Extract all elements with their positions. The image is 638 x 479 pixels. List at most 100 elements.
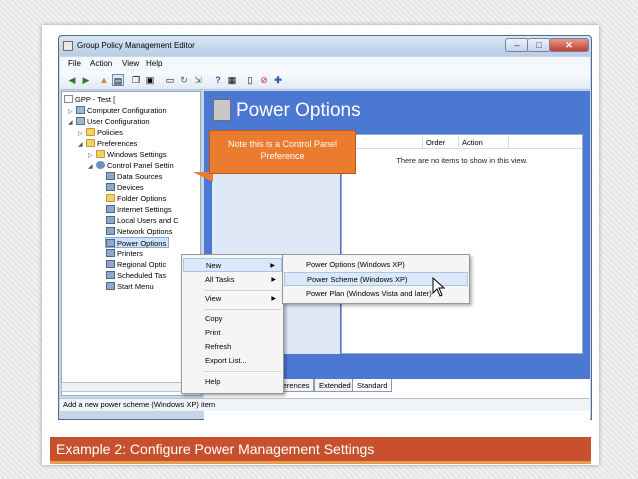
close-button[interactable]: ✕: [549, 38, 589, 52]
folder-icon: [96, 150, 105, 158]
up-folder-icon[interactable]: ▲: [98, 74, 110, 86]
context-menu-export-list[interactable]: Export List...: [183, 354, 282, 368]
tree-item-network-options[interactable]: Network Options: [106, 226, 172, 237]
submenu-power-options-xp[interactable]: Power Options (Windows XP): [284, 258, 468, 272]
start-menu-icon: [106, 282, 115, 290]
navigation-tree: GPP - Test [ ▷ Computer Configuration ◢ Us…: [61, 91, 201, 396]
menu-help[interactable]: Help: [146, 59, 162, 68]
tree-item-label: Folder Options: [117, 194, 167, 203]
column-separator[interactable]: [508, 136, 509, 148]
add-icon[interactable]: ✚: [272, 74, 284, 86]
tree-item-user-configuration[interactable]: ◢ User Configuration: [68, 116, 150, 127]
toolbar: ◀ ▶ ▲ ▤ ❐ ▣ ▭ ↻ ⇲ ? ▦ ▯ ⊘ ✚: [60, 71, 590, 90]
tree-item-devices[interactable]: Devices: [106, 182, 144, 193]
tree-item-windows-settings[interactable]: ▷ Windows Settings: [88, 149, 167, 160]
column-order[interactable]: Order: [426, 138, 445, 147]
tree-item-label: Scheduled Tas: [117, 271, 167, 280]
menu-file[interactable]: File: [68, 59, 81, 68]
minimize-button[interactable]: –: [505, 38, 529, 52]
tree-item-local-users[interactable]: Local Users and C: [106, 215, 179, 226]
folder-icon: [86, 139, 95, 147]
tree-item-power-options[interactable]: Power Options: [105, 237, 170, 248]
tab-extended[interactable]: Extended: [314, 379, 356, 392]
items-list[interactable]: e Order Action There are no items to sho…: [341, 134, 583, 354]
print-icon[interactable]: ▭: [164, 74, 176, 86]
window-title: Group Policy Management Editor: [77, 41, 195, 50]
menu-bar: File Action View Help: [60, 57, 590, 71]
export-icon[interactable]: ⇲: [192, 74, 204, 86]
menu-separator: [204, 371, 281, 372]
context-menu-help[interactable]: Help: [183, 375, 282, 389]
tree-item-label: Data Sources: [117, 172, 163, 181]
stop-icon[interactable]: ⊘: [258, 74, 270, 86]
tree-item-label: Preferences: [97, 139, 138, 148]
folder-options-icon: [106, 194, 115, 202]
tree-item-data-sources[interactable]: Data Sources: [106, 171, 162, 182]
devices-icon: [106, 183, 115, 191]
column-action[interactable]: Action: [462, 138, 483, 147]
properties-icon[interactable]: ▦: [226, 74, 238, 86]
column-separator[interactable]: [458, 136, 459, 148]
app-icon: [63, 41, 73, 51]
tree-item-policies[interactable]: ▷ Policies: [78, 127, 123, 138]
tree-item-label: Regional Optic: [117, 260, 167, 269]
paste-icon[interactable]: ▣: [144, 74, 156, 86]
context-menu-new[interactable]: New ▶: [183, 258, 282, 272]
tree-item-label: User Configuration: [87, 117, 150, 126]
context-menu: New ▶ All Tasks ▶ View ▶ Copy Print Refresh…: [181, 254, 284, 394]
title-bar: Group Policy Management Editor – □ ✕: [59, 36, 591, 56]
slide-caption: Example 2: Configure Power Management Se…: [50, 437, 591, 464]
tree-item-preferences[interactable]: ◢ Preferences: [78, 138, 137, 149]
properties-page-icon[interactable]: ▯: [244, 74, 256, 86]
tree-root[interactable]: GPP - Test [: [64, 94, 115, 105]
menu-item-label: All Tasks: [205, 275, 235, 284]
power-icon: [106, 239, 115, 247]
tree-item-internet-settings[interactable]: Internet Settings: [106, 204, 172, 215]
tree-item-computer-configuration[interactable]: ▷ Computer Configuration: [68, 105, 167, 116]
status-bar: Add a new power scheme (Windows XP) item: [60, 398, 590, 411]
mouse-cursor-icon: [432, 277, 446, 297]
tree-root-label: GPP - Test [: [75, 95, 116, 104]
back-arrow-icon[interactable]: ◀: [66, 74, 78, 86]
help-icon[interactable]: ?: [212, 74, 224, 86]
computer-icon: [76, 106, 85, 114]
tree-item-label: Power Options: [117, 239, 167, 248]
folder-icon: [86, 128, 95, 136]
tree-item-scheduled-tasks[interactable]: Scheduled Tas: [106, 270, 166, 281]
context-menu-print[interactable]: Print: [183, 326, 282, 340]
tree-item-label: Start Menu: [117, 282, 154, 291]
forward-arrow-icon[interactable]: ▶: [80, 74, 92, 86]
copy-icon[interactable]: ❐: [130, 74, 142, 86]
list-header: e Order Action: [342, 135, 582, 149]
tree-horizontal-scrollbar[interactable]: [61, 382, 201, 392]
maximize-button[interactable]: □: [527, 38, 551, 52]
tree-item-label: Printers: [117, 249, 143, 258]
collapse-arrow-icon[interactable]: ◢: [68, 118, 76, 129]
control-panel-icon: [96, 161, 105, 169]
menu-action[interactable]: Action: [90, 59, 112, 68]
tree-item-control-panel-settings[interactable]: ◢ Control Panel Settin: [88, 160, 174, 171]
tree-item-regional-options[interactable]: Regional Optic: [106, 259, 166, 270]
context-menu-all-tasks[interactable]: All Tasks ▶: [183, 273, 282, 287]
show-hide-tree-icon[interactable]: ▤: [112, 74, 124, 86]
collapse-arrow-icon[interactable]: ◢: [78, 140, 86, 151]
tree-item-start-menu[interactable]: Start Menu: [106, 281, 154, 292]
tree-item-folder-options[interactable]: Folder Options: [106, 193, 166, 204]
empty-list-message: There are no items to show in this view.: [396, 156, 528, 165]
tree-item-printers[interactable]: Printers: [106, 248, 143, 259]
internet-icon: [106, 205, 115, 213]
user-config-icon: [76, 117, 85, 125]
tab-standard[interactable]: Standard: [352, 379, 393, 392]
submenu-arrow-icon: ▶: [271, 296, 276, 302]
tree-item-label: Devices: [117, 183, 144, 192]
tree-item-label: Local Users and C: [117, 216, 179, 225]
scheduled-tasks-icon: [106, 271, 115, 279]
menu-view[interactable]: View: [122, 59, 139, 68]
context-menu-view[interactable]: View ▶: [183, 292, 282, 306]
context-menu-refresh[interactable]: Refresh: [183, 340, 282, 354]
context-menu-copy[interactable]: Copy: [183, 312, 282, 326]
network-icon: [106, 227, 115, 235]
column-separator[interactable]: [422, 136, 423, 148]
collapse-arrow-icon[interactable]: ◢: [88, 162, 96, 173]
refresh-icon[interactable]: ↻: [178, 74, 190, 86]
